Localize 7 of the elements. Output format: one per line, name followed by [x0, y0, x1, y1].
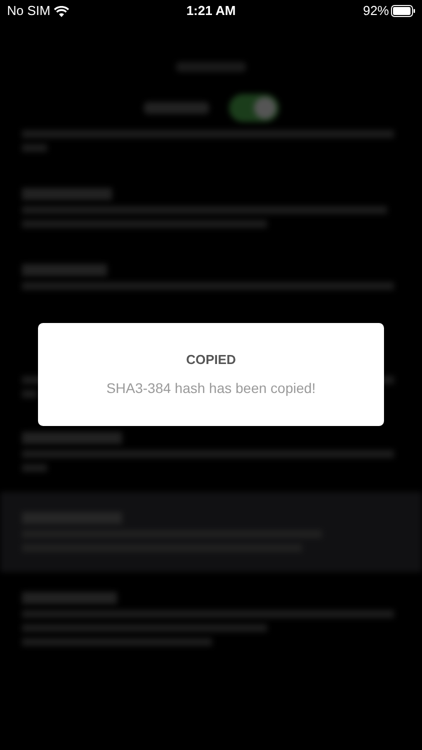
battery-icon — [391, 5, 415, 17]
alert-message: SHA3-384 hash has been copied! — [106, 378, 316, 398]
wifi-icon — [54, 6, 70, 16]
battery-text: 92% — [362, 2, 389, 20]
alert-title: COPIED — [186, 351, 236, 370]
carrier-text: No SIM — [7, 2, 50, 20]
time-text: 1:21 AM — [186, 2, 236, 20]
